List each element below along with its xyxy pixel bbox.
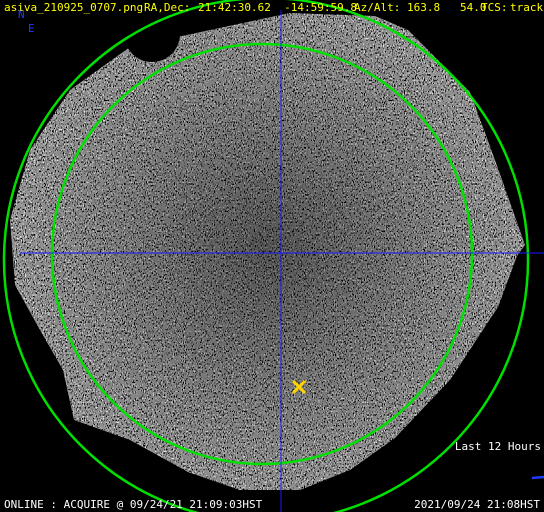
compass-east-label: E <box>28 22 35 35</box>
acquisition-status: ONLINE : ACQUIRE @ 09/24/21 21:09:03HST <box>4 498 263 511</box>
sky-image <box>0 0 544 512</box>
track-line-icon <box>531 475 544 480</box>
track-legend-label: Last 12 Hours <box>454 440 541 453</box>
ra-dec-value: 21:42:30.62 -14:59:59.8 <box>198 1 357 14</box>
image-filename: asiva_210925_0707.png <box>4 1 144 14</box>
image-timestamp: 2021/09/24 21:08HST <box>414 498 540 511</box>
ra-dec-label: RA,Dec: <box>144 1 191 14</box>
az-alt-value: 163.8 54.0 <box>407 1 487 14</box>
az-alt-label: Az/Alt: <box>354 1 401 14</box>
allsky-camera-view: asiva_210925_0707.png RA,Dec: 21:42:30.6… <box>0 0 544 512</box>
tcs-label: TCS: <box>481 1 508 14</box>
compass-north-label: N <box>18 8 25 21</box>
tcs-status: track <box>510 1 544 14</box>
